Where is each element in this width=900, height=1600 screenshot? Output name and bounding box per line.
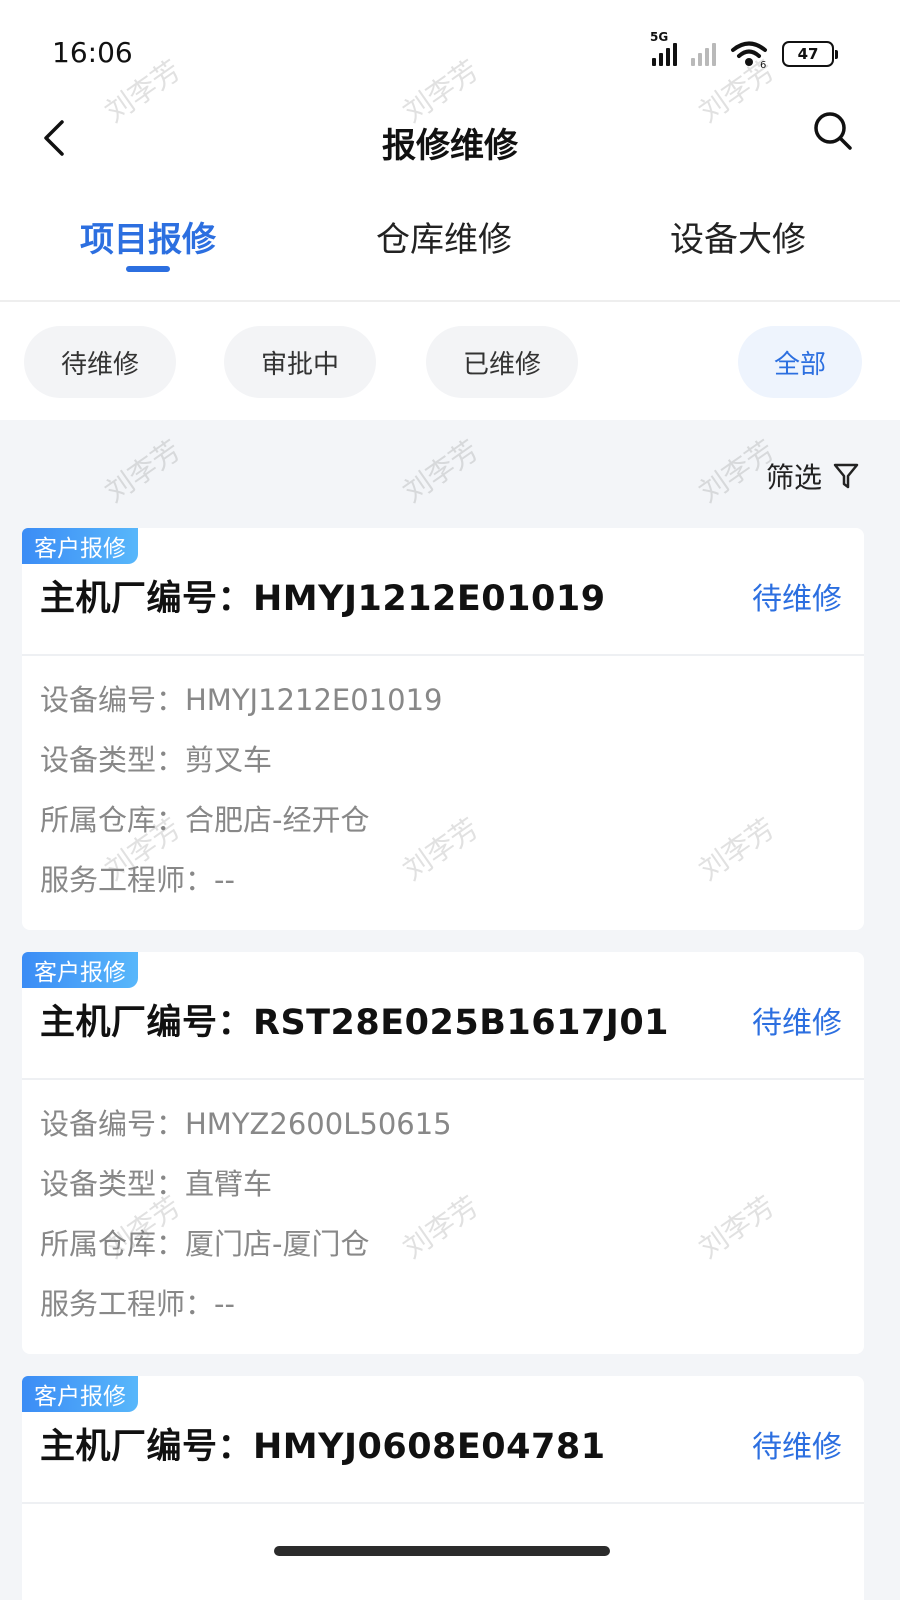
cellular-signal-icon: 5G — [650, 30, 677, 66]
card-body: 设备编号：HMYZ2600L50615 设备类型：直臂车 所属仓库：厦门店-厦门… — [40, 1102, 452, 1342]
card-badge: 客户报修 — [22, 1376, 138, 1412]
search-icon — [814, 112, 852, 150]
card-header: 主机厂编号：HMYJ0608E04781 待维修 — [22, 1376, 864, 1504]
filter-button[interactable]: 筛选 — [766, 456, 860, 496]
active-tab-indicator — [126, 266, 170, 272]
tab-bar: 项目报修 仓库维修 设备大修 — [0, 200, 900, 302]
repair-card[interactable]: 主机厂编号：HMYJ0608E04781 待维修 客户报修 — [22, 1376, 864, 1600]
battery-level: 47 — [797, 45, 819, 63]
filter-chip-approving[interactable]: 审批中 — [224, 326, 376, 398]
wifi-icon: 6 — [731, 41, 767, 69]
page-title: 报修维修 — [382, 126, 518, 166]
status-filter-bar: 待维修 审批中 已维修 全部 — [0, 304, 900, 420]
card-title: 主机厂编号：RST28E025B1617J01 — [40, 1003, 670, 1043]
device-type: 设备类型：剪叉车 — [40, 743, 273, 777]
device-number: 设备编号：HMYJ1212E01019 — [40, 683, 443, 717]
filter-button-label: 筛选 — [765, 461, 822, 494]
filter-chip-all[interactable]: 全部 — [738, 326, 862, 398]
service-engineer: 服务工程师：-- — [40, 1287, 235, 1321]
filter-chip-repaired[interactable]: 已维修 — [426, 326, 578, 398]
device-type: 设备类型：直臂车 — [40, 1167, 273, 1201]
network-type-label: 5G — [650, 30, 669, 44]
battery-icon: 47 — [782, 41, 838, 67]
repair-list: 筛选 主机厂编号：HMYJ1212E01019 待维修 客户报修 设备编号：HM… — [0, 420, 900, 1600]
status-indicators: 5G 6 47 — [650, 30, 838, 70]
card-title: 主机厂编号：HMYJ0608E04781 — [40, 1427, 606, 1467]
filter-chip-pending[interactable]: 待维修 — [24, 326, 176, 398]
status-bar: 16:06 5G 6 47 — [0, 0, 900, 100]
card-badge: 客户报修 — [22, 528, 138, 564]
tab-warehouse-repair[interactable]: 仓库维修 — [376, 212, 512, 261]
status-time: 16:06 — [52, 36, 133, 69]
tab-project-repair[interactable]: 项目报修 — [80, 212, 216, 261]
secondary-signal-icon — [691, 42, 716, 66]
card-header: 主机厂编号：RST28E025B1617J01 待维修 — [22, 952, 864, 1080]
warehouse: 所属仓库：厦门店-厦门仓 — [40, 1227, 370, 1261]
nav-bar: 报修维修 — [0, 100, 900, 180]
tab-equipment-overhaul[interactable]: 设备大修 — [670, 212, 806, 261]
repair-card[interactable]: 主机厂编号：RST28E025B1617J01 待维修 客户报修 设备编号：HM… — [22, 952, 864, 1354]
card-badge: 客户报修 — [22, 952, 138, 988]
service-engineer: 服务工程师：-- — [40, 863, 235, 897]
card-status: 待维修 — [752, 1006, 842, 1041]
search-button[interactable] — [810, 108, 856, 154]
wifi-sub-label: 6 — [760, 60, 766, 69]
warehouse: 所属仓库：合肥店-经开仓 — [40, 803, 370, 837]
card-title: 主机厂编号：HMYJ1212E01019 — [40, 579, 606, 619]
card-status: 待维修 — [752, 582, 842, 617]
home-indicator[interactable] — [274, 1546, 610, 1556]
card-status: 待维修 — [752, 1430, 842, 1465]
funnel-icon — [833, 463, 859, 489]
card-header: 主机厂编号：HMYJ1212E01019 待维修 — [22, 528, 864, 656]
device-number: 设备编号：HMYZ2600L50615 — [40, 1107, 452, 1141]
card-body: 设备编号：HMYJ1212E01019 设备类型：剪叉车 所属仓库：合肥店-经开… — [40, 678, 442, 918]
repair-card[interactable]: 主机厂编号：HMYJ1212E01019 待维修 客户报修 设备编号：HMYJ1… — [22, 528, 864, 930]
